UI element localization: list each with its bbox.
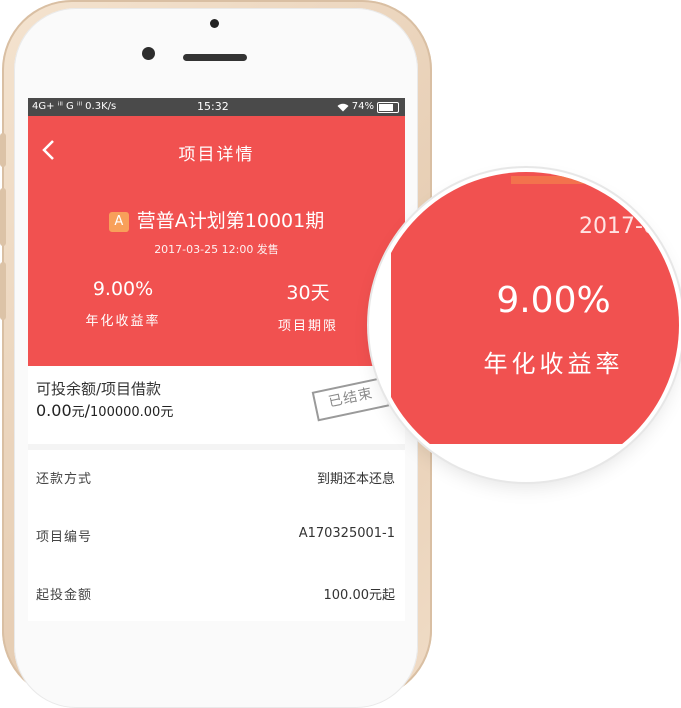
magnified-badge-strip	[511, 176, 631, 184]
info-label: 项目编号	[36, 530, 93, 545]
info-row-project-id: 项目编号 A170325001-1	[28, 508, 405, 567]
product-name: 营普A计划第10001期	[136, 210, 325, 232]
page-title: 项目详情	[178, 145, 255, 165]
available-amount: 0.00	[36, 401, 72, 420]
total-unit: 元	[160, 405, 174, 420]
magnified-panel: 2017-0 9.00% 年化收益率	[391, 172, 679, 444]
volume-up-button	[0, 188, 6, 246]
info-value: 100.00元起	[323, 588, 396, 603]
zoom-magnifier: 2017-0 9.00% 年化收益率	[373, 172, 679, 478]
ended-stamp: 已结束	[311, 376, 391, 422]
info-value: 到期还本还息	[316, 472, 395, 487]
annual-rate-label: 年化收益率	[85, 314, 161, 329]
investable-balance-title: 可投余额/项目借款	[36, 380, 162, 398]
info-label: 还款方式	[36, 472, 93, 487]
product-title-row: A 营普A计划第10001期	[28, 206, 405, 233]
total-amount: 100000.00	[90, 405, 161, 420]
battery-percent: 74%	[351, 101, 374, 112]
info-label: 起投金额	[36, 588, 93, 603]
annual-rate-stat: 9.00% 年化收益率	[68, 278, 178, 329]
mute-switch	[0, 133, 6, 167]
status-time: 15:32	[197, 100, 229, 113]
battery-icon	[377, 101, 399, 113]
phone-frame: 4G+ ⁱˡˡ G ⁱˡˡ 0.3K/s 15:32 74% 项目详情 A 营普A…	[0, 0, 432, 708]
info-row-min-investment: 起投金额 100.00元起	[28, 566, 405, 621]
app-screen: 4G+ ⁱˡˡ G ⁱˡˡ 0.3K/s 15:32 74% 项目详情 A 营普A…	[28, 98, 405, 621]
product-badge: A	[108, 211, 129, 232]
front-camera-icon	[142, 47, 155, 60]
term-stat: 30天 项目期限	[253, 278, 363, 334]
magnified-date: 2017-0	[579, 214, 657, 239]
magnified-rate-value: 9.00%	[496, 280, 611, 321]
term-label: 项目期限	[277, 319, 338, 334]
info-row-repayment: 还款方式 到期还本还息	[28, 450, 405, 509]
project-summary-panel: 项目详情 A 营普A计划第10001期 2017-03-25 12:00 发售 9…	[28, 116, 405, 366]
investable-balance-amount: 0.00元/100000.00元	[36, 401, 173, 420]
info-value: A170325001-1	[298, 526, 395, 541]
wifi-icon	[337, 103, 349, 111]
network-status: 4G+ ⁱˡˡ G ⁱˡˡ 0.3K/s	[32, 101, 117, 112]
status-bar: 4G+ ⁱˡˡ G ⁱˡˡ 0.3K/s 15:32 74%	[28, 98, 405, 116]
earpiece-speaker	[183, 54, 247, 61]
available-unit: 元	[71, 405, 85, 420]
camera-icon	[210, 19, 219, 28]
status-right-group: 74%	[337, 98, 399, 116]
investable-balance-block: 可投余额/项目借款 0.00元/100000.00元 已结束	[28, 366, 405, 444]
release-time: 2017-03-25 12:00 发售	[154, 243, 279, 256]
term-value: 30天	[286, 282, 330, 304]
volume-down-button	[0, 262, 6, 320]
magnified-rate-label: 年化收益率	[483, 350, 624, 378]
annual-rate-value: 9.00%	[92, 278, 154, 300]
